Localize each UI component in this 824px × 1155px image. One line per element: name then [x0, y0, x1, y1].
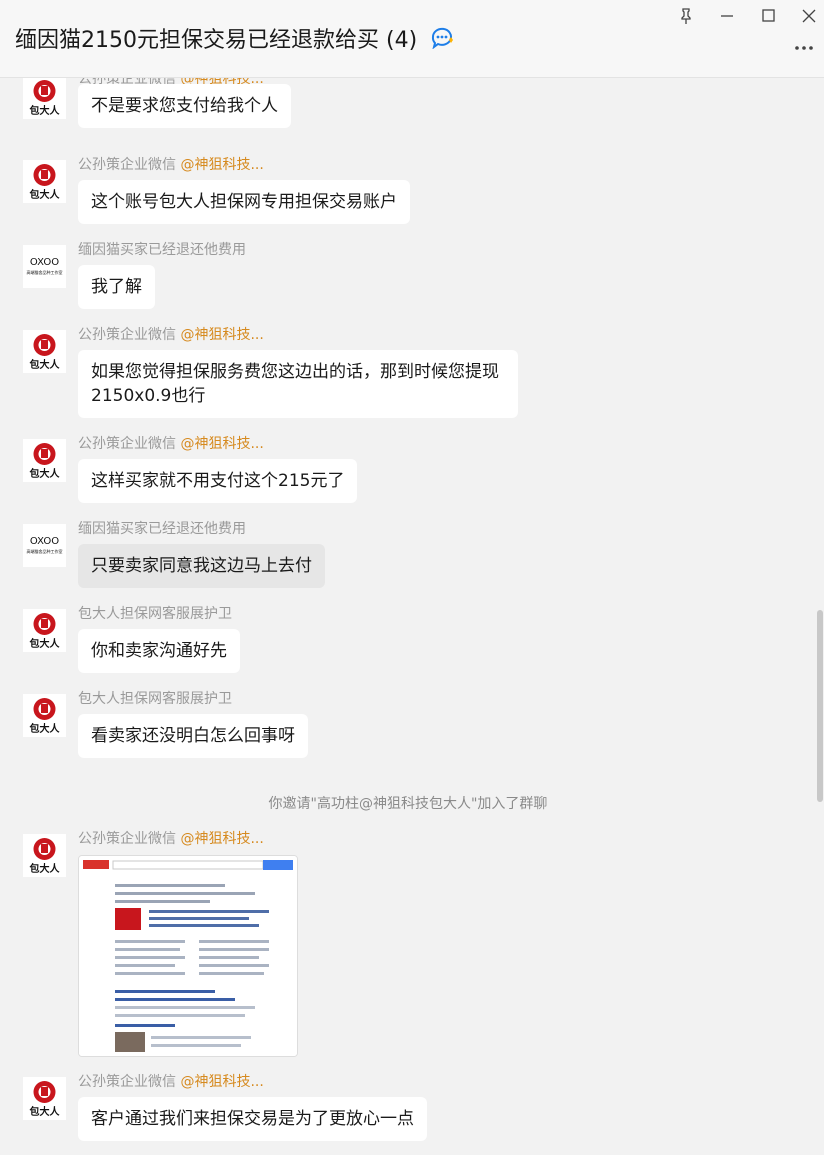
avatar[interactable]: 包大人	[23, 439, 66, 482]
svg-text:包大人: 包大人	[30, 188, 61, 201]
svg-text:包大人: 包大人	[30, 862, 61, 875]
baodaren-logo: 包大人	[30, 443, 61, 480]
baodaren-logo: 包大人	[30, 698, 61, 735]
message-bubble[interactable]: 只要卖家同意我这边马上去付	[78, 544, 325, 588]
chat-title: 缅因猫2150元担保交易已经退款给买 (4)	[15, 22, 456, 55]
system-notice: 你邀请"高功柱@神狙科技包大人"加入了群聊	[268, 796, 548, 812]
baodaren-logo: 包大人	[30, 613, 61, 650]
baodaren-logo: 包大人	[30, 164, 61, 201]
baodaren-logo: 包大人	[30, 838, 61, 875]
avatar[interactable]: OXOO 高端猫舍品种工作室	[23, 524, 66, 567]
baodaren-logo: 包大人	[30, 80, 61, 117]
avatar[interactable]: 包大人	[23, 78, 66, 119]
message-bubble[interactable]: 客户通过我们来担保交易是为了更放心一点	[78, 1097, 427, 1141]
chat-title-text: 缅因猫2150元担保交易已经退款给买	[15, 28, 379, 53]
more-icon[interactable]	[792, 38, 816, 58]
maximize-icon[interactable]	[756, 6, 780, 26]
avatar[interactable]: 包大人	[23, 834, 66, 877]
sender-name: 公孙策企业微信 @神狙科技...	[78, 157, 264, 173]
baodaren-logo: 包大人	[30, 334, 61, 371]
baodaren-logo: 包大人	[30, 1081, 61, 1118]
minimize-icon[interactable]	[715, 6, 739, 26]
sender-name: 缅因猫买家已经退还他费用	[78, 521, 246, 537]
message-bubble[interactable]: 你和卖家沟通好先	[78, 629, 240, 673]
svg-text:高端猫舍品种工作室: 高端猫舍品种工作室	[27, 548, 63, 554]
sender-name: 包大人担保网客服展护卫	[78, 606, 232, 622]
pin-icon[interactable]	[674, 6, 698, 26]
scrollbar-thumb[interactable]	[817, 610, 823, 802]
scrollbar[interactable]	[816, 78, 824, 1155]
title-bar: 缅因猫2150元担保交易已经退款给买 (4)	[0, 0, 824, 78]
chat-bubble-icon[interactable]	[430, 27, 456, 55]
sender-name: 包大人担保网客服展护卫	[78, 691, 232, 707]
message-bubble[interactable]: 如果您觉得担保服务费您这边出的话，那到时候您提现2150x0.9也行	[78, 350, 518, 418]
message-bubble[interactable]: 不是要求您支付给我个人	[78, 84, 291, 128]
svg-text:包大人: 包大人	[30, 637, 61, 650]
message-bubble[interactable]: 这个账号包大人担保网专用担保交易账户	[78, 180, 410, 224]
oxoo-logo: OXOO 高端猫舍品种工作室	[23, 245, 66, 288]
sender-name: 公孙策企业微信 @神狙科技...	[78, 1074, 264, 1090]
oxoo-logo: OXOO 高端猫舍品种工作室	[23, 524, 66, 567]
message-bubble[interactable]: 看卖家还没明白怎么回事呀	[78, 714, 308, 758]
avatar[interactable]: OXOO 高端猫舍品种工作室	[23, 245, 66, 288]
svg-text:包大人: 包大人	[30, 722, 61, 735]
message-bubble[interactable]: 我了解	[78, 265, 155, 309]
sender-name: 公孙策企业微信 @神狙科技...	[78, 327, 264, 343]
svg-text:OXOO: OXOO	[30, 257, 59, 268]
avatar[interactable]: 包大人	[23, 1077, 66, 1120]
sender-name: 公孙策企业微信 @神狙科技...	[78, 831, 264, 847]
sender-name: 缅因猫买家已经退还他费用	[78, 242, 246, 258]
search-screenshot-image	[79, 856, 297, 1056]
avatar[interactable]: 包大人	[23, 609, 66, 652]
svg-text:包大人: 包大人	[30, 104, 61, 117]
close-icon[interactable]	[797, 6, 821, 26]
svg-text:OXOO: OXOO	[30, 536, 59, 547]
avatar[interactable]: 包大人	[23, 694, 66, 737]
message-bubble[interactable]: 这样买家就不用支付这个215元了	[78, 459, 358, 503]
avatar[interactable]: 包大人	[23, 330, 66, 373]
message-list[interactable]: 包大人 公孙策企业微信 @神狙科技... 不是要求您支付给我个人 包大人 公孙策…	[0, 78, 816, 1155]
svg-text:包大人: 包大人	[30, 1105, 61, 1118]
sender-name: 公孙策企业微信 @神狙科技...	[78, 436, 264, 452]
svg-text:高端猫舍品种工作室: 高端猫舍品种工作室	[27, 269, 63, 275]
svg-text:包大人: 包大人	[30, 358, 61, 371]
member-count: (4)	[386, 28, 418, 53]
image-thumbnail[interactable]	[78, 855, 298, 1057]
svg-text:包大人: 包大人	[30, 467, 61, 480]
avatar[interactable]: 包大人	[23, 160, 66, 203]
